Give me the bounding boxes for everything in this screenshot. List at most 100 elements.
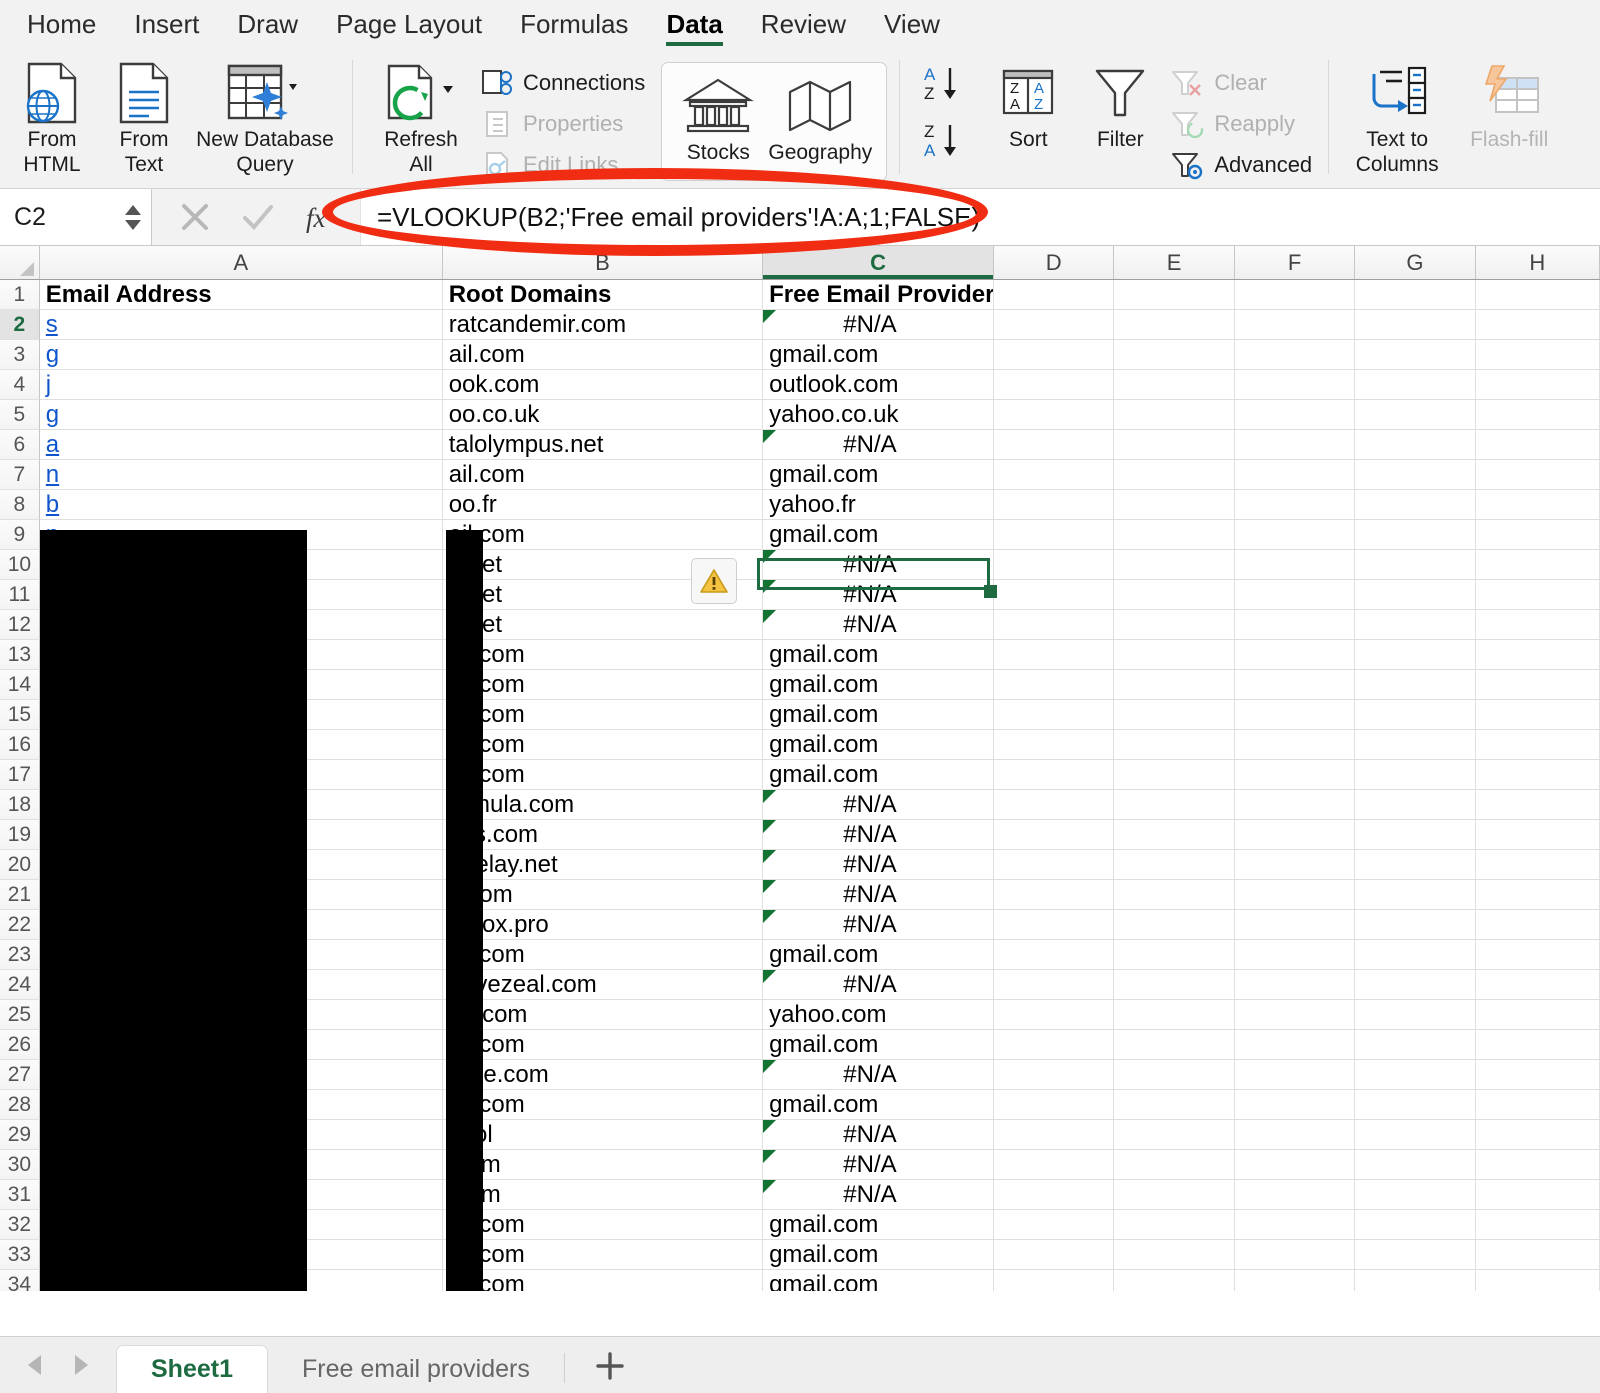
- cell-f23[interactable]: [1234, 940, 1356, 970]
- row-header[interactable]: 30: [0, 1150, 40, 1180]
- cell-h1[interactable]: [1475, 280, 1600, 310]
- row-header[interactable]: 23: [0, 940, 40, 970]
- cell-h5[interactable]: [1475, 400, 1600, 430]
- ribbon-tab-home[interactable]: Home: [8, 0, 115, 48]
- row-header[interactable]: 32: [0, 1210, 40, 1240]
- cell-d12[interactable]: [993, 610, 1115, 640]
- cell-b7[interactable]: ail.com: [442, 460, 764, 490]
- cell-d14[interactable]: [993, 670, 1115, 700]
- cell-c18[interactable]: #N/A: [763, 790, 994, 820]
- cell-d3[interactable]: [993, 340, 1115, 370]
- row-header[interactable]: 6: [0, 430, 40, 460]
- cell-c4[interactable]: outlook.com: [763, 370, 994, 400]
- cell-f3[interactable]: [1234, 340, 1356, 370]
- cell-h4[interactable]: [1475, 370, 1600, 400]
- cell-a1[interactable]: Email Address: [39, 280, 443, 310]
- row-header[interactable]: 33: [0, 1240, 40, 1270]
- insert-function-icon[interactable]: fx: [304, 199, 338, 235]
- cell-h20[interactable]: [1475, 850, 1600, 880]
- cell-d31[interactable]: [993, 1180, 1115, 1210]
- cell-b19[interactable]: tius.com: [442, 820, 764, 850]
- cell-c7[interactable]: gmail.com: [763, 460, 994, 490]
- cell-c1[interactable]: Free Email Providers: [763, 280, 994, 310]
- cell-c28[interactable]: gmail.com: [763, 1090, 994, 1120]
- column-header-g[interactable]: G: [1355, 246, 1476, 279]
- cell-g4[interactable]: [1355, 370, 1476, 400]
- row-header[interactable]: 31: [0, 1180, 40, 1210]
- cell-d9[interactable]: [993, 520, 1115, 550]
- text-to-columns-button[interactable]: Text to Columns: [1341, 54, 1453, 176]
- cell-h14[interactable]: [1475, 670, 1600, 700]
- cell-c27[interactable]: #N/A: [763, 1060, 994, 1090]
- cell-c3[interactable]: gmail.com: [763, 340, 994, 370]
- cell-e8[interactable]: [1114, 490, 1235, 520]
- cell-g18[interactable]: [1355, 790, 1476, 820]
- cell-b15[interactable]: ail.com: [442, 700, 764, 730]
- cell-g6[interactable]: [1355, 430, 1476, 460]
- row-header[interactable]: 11: [0, 580, 40, 610]
- cell-d24[interactable]: [993, 970, 1115, 1000]
- properties-button[interactable]: Properties: [477, 103, 649, 144]
- sheet-tab-free-email-providers[interactable]: Free email providers: [268, 1345, 564, 1393]
- cell-b9[interactable]: ail.com: [442, 520, 764, 550]
- cell-h19[interactable]: [1475, 820, 1600, 850]
- cell-g19[interactable]: [1355, 820, 1476, 850]
- cell-b14[interactable]: ail.com: [442, 670, 764, 700]
- cell-c8[interactable]: yahoo.fr: [763, 490, 994, 520]
- cell-h29[interactable]: [1475, 1120, 1600, 1150]
- cell-e20[interactable]: [1114, 850, 1235, 880]
- row-header[interactable]: 27: [0, 1060, 40, 1090]
- cell-e26[interactable]: [1114, 1030, 1235, 1060]
- row-header[interactable]: 3: [0, 340, 40, 370]
- cell-c15[interactable]: gmail.com: [763, 700, 994, 730]
- cell-h23[interactable]: [1475, 940, 1600, 970]
- cell-g8[interactable]: [1355, 490, 1476, 520]
- cell-g12[interactable]: [1355, 610, 1476, 640]
- cell-g10[interactable]: [1355, 550, 1476, 580]
- cell-f8[interactable]: [1234, 490, 1356, 520]
- cell-b23[interactable]: ail.com: [442, 940, 764, 970]
- cell-g5[interactable]: [1355, 400, 1476, 430]
- geography-button[interactable]: Geography: [764, 67, 876, 180]
- cell-h18[interactable]: [1475, 790, 1600, 820]
- name-box-spin-down-icon[interactable]: [125, 219, 141, 230]
- cell-b2[interactable]: ratcandemir.com: [442, 310, 764, 340]
- cell-h6[interactable]: [1475, 430, 1600, 460]
- cell-b27[interactable]: gree.com: [442, 1060, 764, 1090]
- cell-f5[interactable]: [1234, 400, 1356, 430]
- cell-g11[interactable]: [1355, 580, 1476, 610]
- row-header[interactable]: 13: [0, 640, 40, 670]
- cell-a8[interactable]: b: [39, 490, 443, 520]
- cell-e5[interactable]: [1114, 400, 1235, 430]
- cell-g24[interactable]: [1355, 970, 1476, 1000]
- cell-b8[interactable]: oo.fr: [442, 490, 764, 520]
- cell-d27[interactable]: [993, 1060, 1115, 1090]
- cell-d17[interactable]: [993, 760, 1115, 790]
- cell-f2[interactable]: [1234, 310, 1356, 340]
- cell-h28[interactable]: [1475, 1090, 1600, 1120]
- cell-d29[interactable]: [993, 1120, 1115, 1150]
- cell-b12[interactable]: a.net: [442, 610, 764, 640]
- cell-f16[interactable]: [1234, 730, 1356, 760]
- fill-handle[interactable]: [984, 585, 997, 598]
- cell-c2[interactable]: #N/A: [763, 310, 994, 340]
- cell-f24[interactable]: [1234, 970, 1356, 1000]
- cell-f33[interactable]: [1234, 1240, 1356, 1270]
- cell-a7[interactable]: n: [39, 460, 443, 490]
- cell-c16[interactable]: gmail.com: [763, 730, 994, 760]
- cell-h10[interactable]: [1475, 550, 1600, 580]
- cell-f30[interactable]: [1234, 1150, 1356, 1180]
- cell-d18[interactable]: [993, 790, 1115, 820]
- cell-e18[interactable]: [1114, 790, 1235, 820]
- cell-b1[interactable]: Root Domains: [442, 280, 764, 310]
- row-header[interactable]: 26: [0, 1030, 40, 1060]
- cell-g16[interactable]: [1355, 730, 1476, 760]
- cell-b24[interactable]: havezeal.com: [442, 970, 764, 1000]
- row-header[interactable]: 1: [0, 280, 40, 310]
- cell-h16[interactable]: [1475, 730, 1600, 760]
- cell-g3[interactable]: [1355, 340, 1476, 370]
- cell-h22[interactable]: [1475, 910, 1600, 940]
- cell-f12[interactable]: [1234, 610, 1356, 640]
- cell-b17[interactable]: ail.com: [442, 760, 764, 790]
- row-header[interactable]: 14: [0, 670, 40, 700]
